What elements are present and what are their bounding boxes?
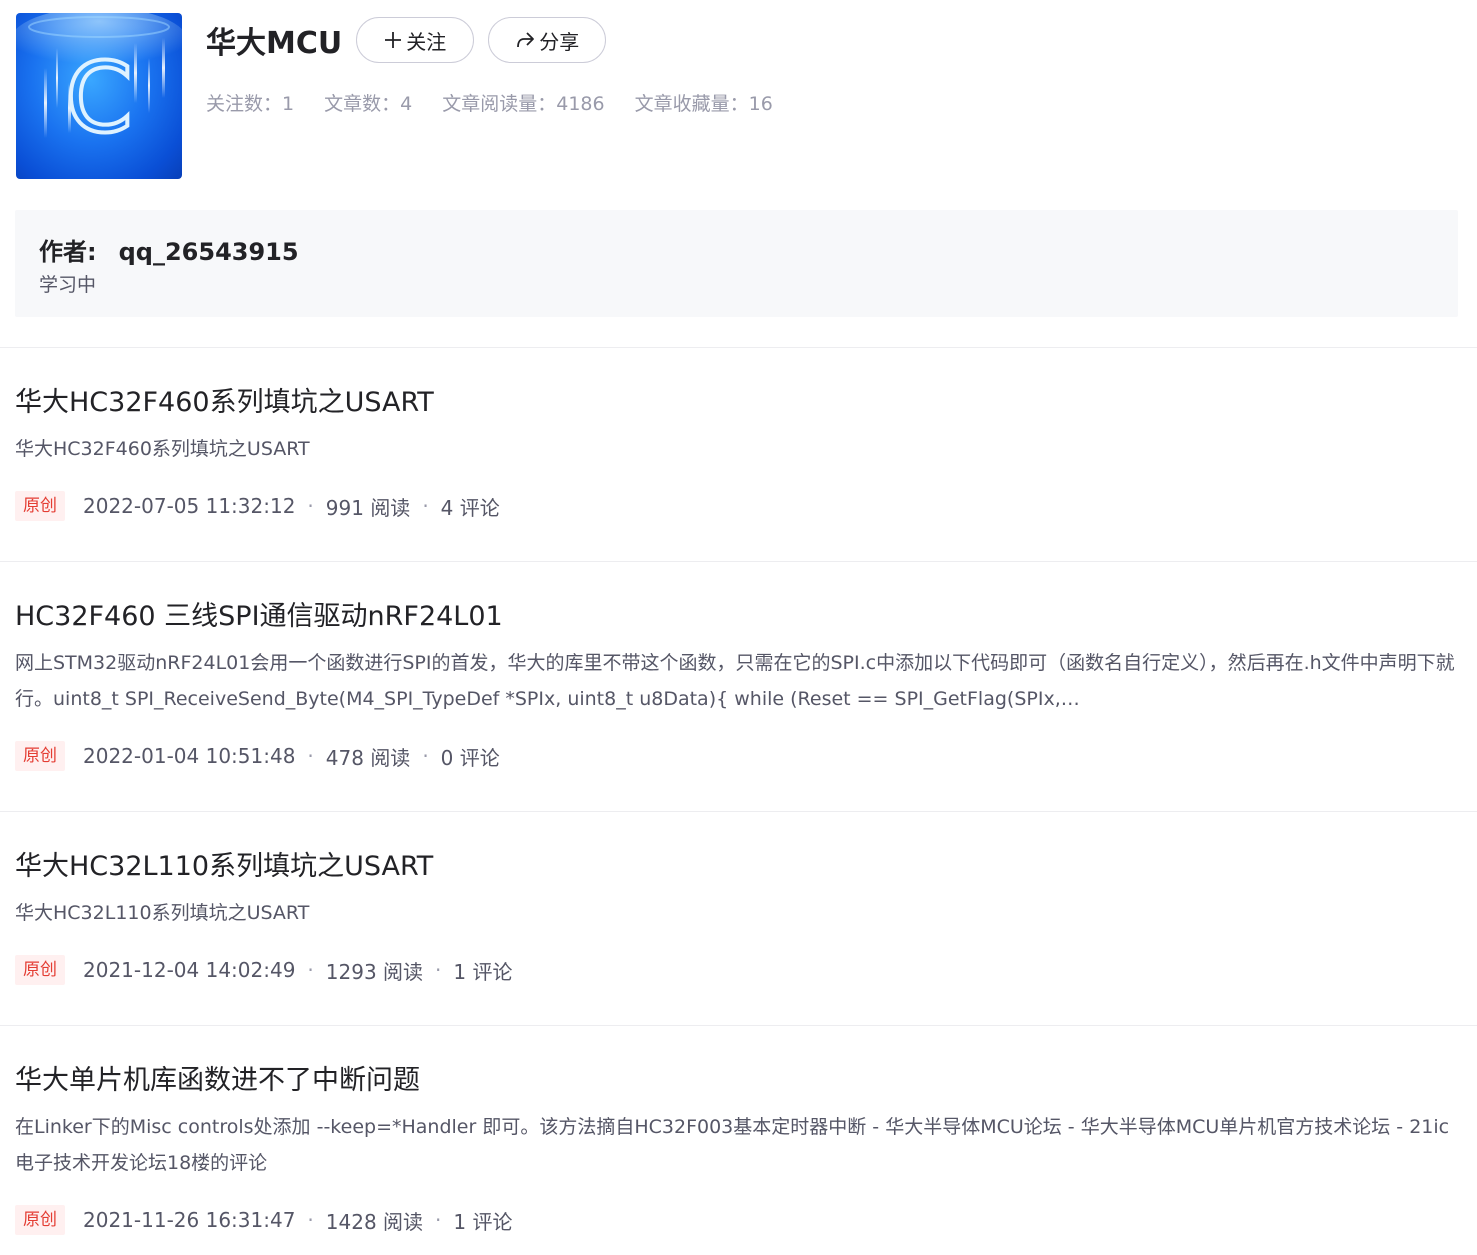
article-meta: 原创 2022-01-04 10:51:48 · 478 阅读 · 0 评论	[15, 741, 1460, 771]
share-arrow-icon	[515, 31, 535, 49]
separator-dot: ·	[422, 494, 429, 518]
article-title[interactable]: 华大HC32L110系列填坑之USART	[15, 849, 1460, 885]
author-label: 作者:	[39, 238, 97, 266]
article-reads: 478 阅读	[325, 745, 411, 770]
column-page: C 华大MCU 关注 分享 关注数：1 文章数：4 文章阅读量：4186 文章收…	[0, 0, 1477, 1255]
separator-dot: ·	[307, 744, 314, 768]
article-comments[interactable]: 1 评论	[453, 1206, 512, 1235]
stat-reads: 文章阅读量：4186	[442, 93, 605, 115]
separator-dot: ·	[435, 958, 442, 982]
author-line: 作者: qq_26543915	[39, 232, 299, 267]
article-meta: 原创 2022-07-05 11:32:12 · 991 阅读 · 4 评论	[15, 491, 1460, 521]
article-comments[interactable]: 1 评论	[453, 956, 512, 985]
article-date: 2021-11-26 16:31:47	[83, 1208, 296, 1232]
article-reads: 1428 阅读	[325, 1209, 424, 1234]
follow-button[interactable]: 关注	[356, 17, 475, 63]
divider	[0, 811, 1477, 812]
divider	[0, 1025, 1477, 1026]
separator-dot: ·	[435, 1208, 442, 1232]
share-label: 分享	[539, 29, 580, 54]
author-box: 作者: qq_26543915 学习中	[15, 210, 1458, 317]
separator-dot: ·	[307, 958, 314, 982]
share-button[interactable]: 分享	[488, 17, 607, 63]
article-item[interactable]: HC32F460 三线SPI通信驱动nRF24L01 网上STM32驱动nRF2…	[15, 599, 1460, 771]
article-comments[interactable]: 0 评论	[441, 742, 500, 771]
article-desc: 网上STM32驱动nRF24L01会用一个函数进行SPI的首发，华大的库里不带这…	[15, 652, 1455, 710]
column-title: 华大MCU	[206, 26, 343, 61]
column-cover-image[interactable]: C	[16, 13, 182, 179]
original-badge: 原创	[15, 1205, 65, 1235]
stat-followers: 关注数：1	[206, 93, 295, 115]
cover-art-icon: C	[16, 13, 182, 156]
author-bio: 学习中	[39, 274, 97, 296]
separator-dot: ·	[307, 494, 314, 518]
divider	[0, 561, 1477, 562]
article-desc: 华大HC32L110系列填坑之USART	[15, 902, 310, 924]
stat-articles: 文章数：4	[324, 93, 413, 115]
author-name[interactable]: qq_26543915	[119, 238, 299, 266]
column-header: C 华大MCU 关注 分享 关注数：1 文章数：4 文章阅读量：4186 文章收…	[16, 13, 1456, 181]
article-date: 2021-12-04 14:02:49	[83, 958, 296, 982]
original-badge: 原创	[15, 491, 65, 521]
cover-letter: C	[65, 42, 132, 154]
article-desc: 华大HC32F460系列填坑之USART	[15, 438, 310, 460]
stat-favorites: 文章收藏量：16	[634, 93, 773, 115]
article-reads: 991 阅读	[325, 495, 411, 520]
original-badge: 原创	[15, 955, 65, 985]
title-row: 华大MCU 关注 分享	[206, 15, 620, 65]
article-date: 2022-01-04 10:51:48	[83, 744, 296, 768]
column-stats: 关注数：1 文章数：4 文章阅读量：4186 文章收藏量：16	[206, 89, 803, 116]
article-comments[interactable]: 4 评论	[441, 492, 500, 521]
plus-icon	[384, 31, 402, 49]
article-reads: 1293 阅读	[325, 959, 424, 984]
divider	[0, 347, 1477, 348]
article-item[interactable]: 华大HC32F460系列填坑之USART 华大HC32F460系列填坑之USAR…	[15, 385, 1460, 521]
article-meta: 原创 2021-11-26 16:31:47 · 1428 阅读 · 1 评论	[15, 1205, 1460, 1235]
article-item[interactable]: 华大HC32L110系列填坑之USART 华大HC32L110系列填坑之USAR…	[15, 849, 1460, 985]
article-desc: 在Linker下的Misc controls处添加 --keep=*Handle…	[15, 1116, 1450, 1174]
article-title[interactable]: HC32F460 三线SPI通信驱动nRF24L01	[15, 599, 1460, 635]
article-title[interactable]: 华大单片机库函数进不了中断问题	[15, 1063, 1460, 1099]
article-meta: 原创 2021-12-04 14:02:49 · 1293 阅读 · 1 评论	[15, 955, 1460, 985]
separator-dot: ·	[307, 1208, 314, 1232]
article-title[interactable]: 华大HC32F460系列填坑之USART	[15, 385, 1460, 421]
article-date: 2022-07-05 11:32:12	[83, 494, 296, 518]
follow-label: 关注	[406, 29, 447, 54]
separator-dot: ·	[422, 744, 429, 768]
original-badge: 原创	[15, 741, 65, 771]
article-item[interactable]: 华大单片机库函数进不了中断问题 在Linker下的Misc controls处添…	[15, 1063, 1460, 1235]
